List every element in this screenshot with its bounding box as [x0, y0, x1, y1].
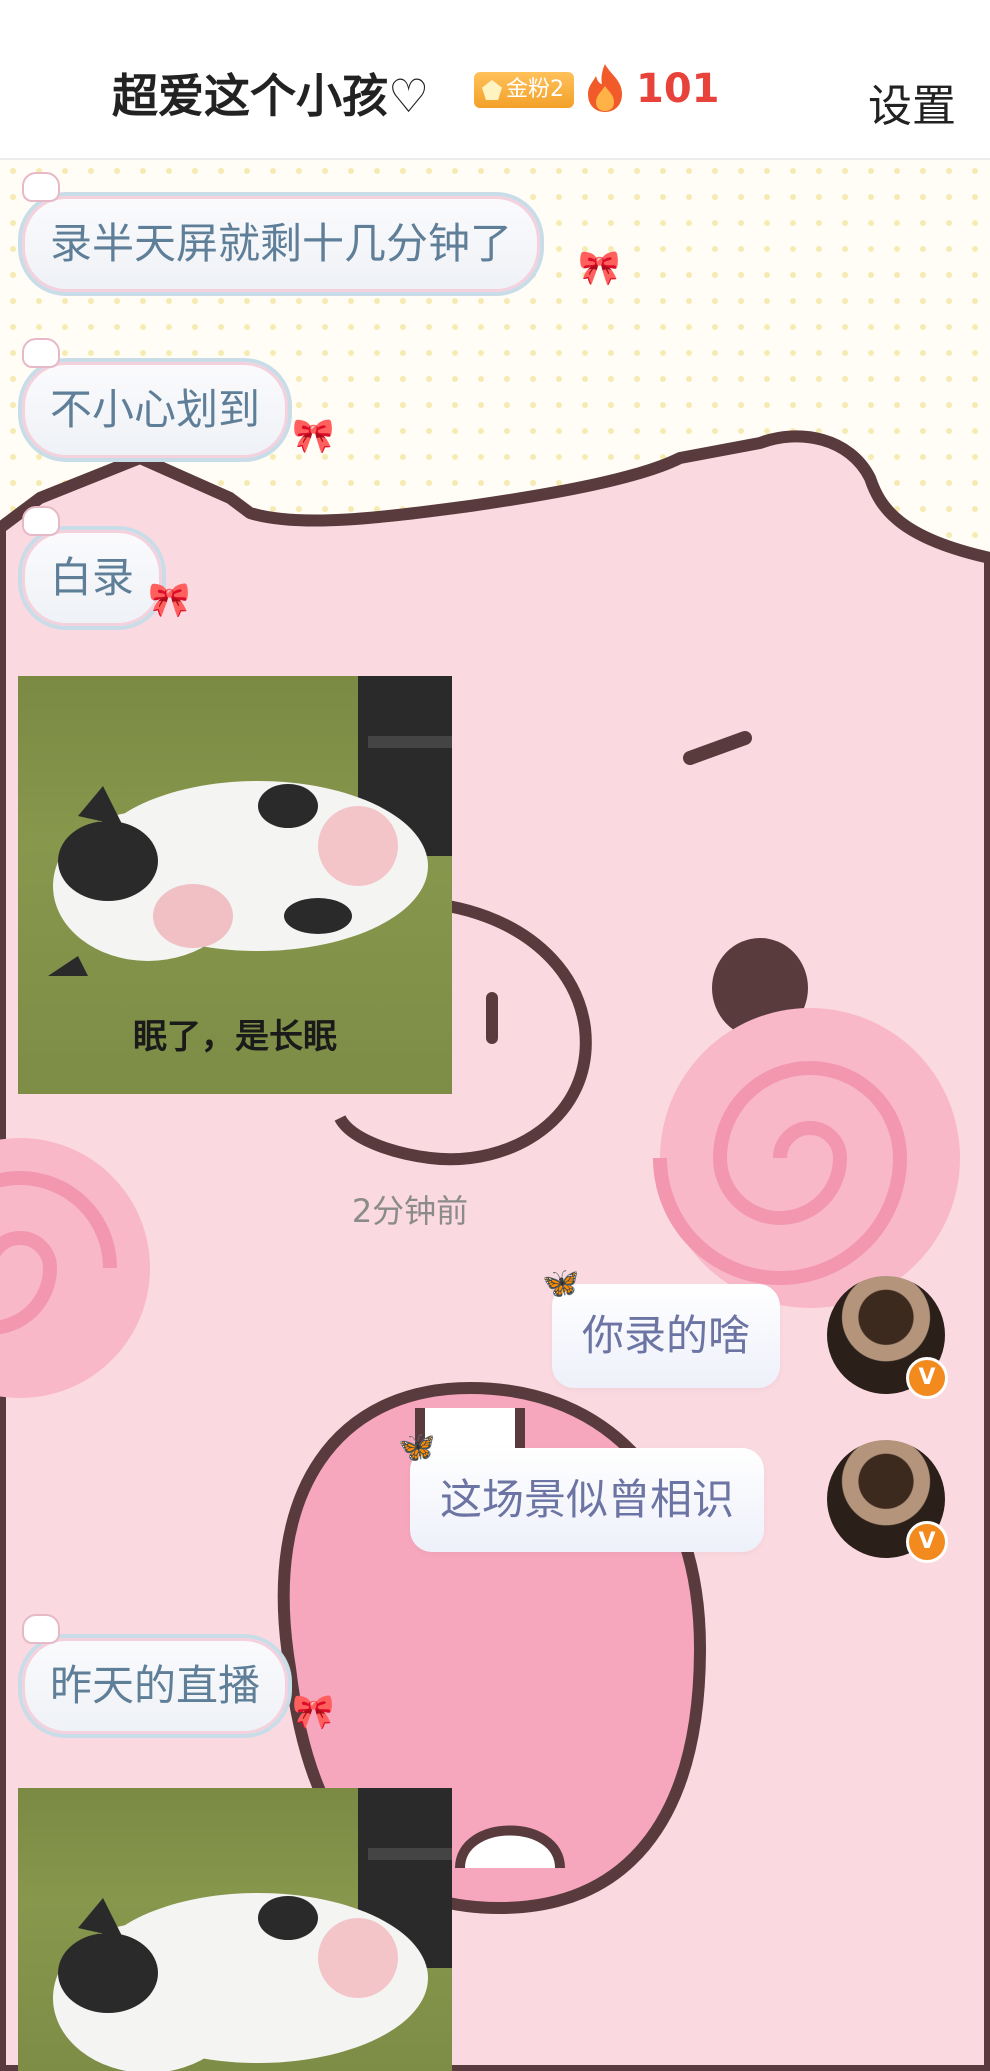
settings-button[interactable]: 设置 [868, 70, 956, 134]
message-bubble-received[interactable]: 昨天的直播 [18, 1634, 293, 1738]
bunny-decoration-icon [22, 1614, 60, 1644]
message-bubble-received[interactable]: 白录 [18, 526, 167, 630]
chat-title: 超爱这个小孩♡ [112, 69, 430, 123]
sticker-image[interactable] [18, 1788, 452, 2071]
fire-count: 101 [636, 66, 720, 112]
fire-icon [588, 64, 622, 112]
sticker-caption: 眠了，是长眠 [133, 1017, 337, 1057]
bunny-decoration-icon [22, 172, 60, 202]
bow-icon: 🎀 [292, 1692, 335, 1732]
fan-level-label: 金粉2 [506, 77, 564, 102]
message-bubble-received[interactable]: 不小心划到 [18, 358, 293, 462]
butterfly-icon: 🦋 [398, 1430, 436, 1465]
bow-icon: 🎀 [148, 580, 191, 620]
butterfly-icon: 🦋 [542, 1266, 580, 1301]
chat-header: 超爱这个小孩♡ 金粉2 101 设置 [0, 0, 990, 160]
fan-level-badge: 金粉2 [474, 72, 574, 108]
message-timestamp: 2分钟前 [351, 1192, 469, 1230]
message-bubble-sent[interactable]: 这场景似曾相识 [410, 1448, 765, 1552]
bow-icon: 🎀 [292, 416, 335, 456]
gem-icon [482, 80, 502, 100]
bunny-decoration-icon [22, 506, 60, 536]
message-bubble-sent[interactable]: 你录的啥 [552, 1284, 781, 1388]
sleeping-cow-illustration [53, 1788, 452, 2071]
verified-badge-icon: V [906, 1357, 948, 1399]
verified-badge-icon: V [906, 1521, 948, 1563]
bunny-decoration-icon [22, 338, 60, 368]
message-bubble-received[interactable]: 录半天屏就剩十几分钟了 [18, 192, 545, 296]
sticker-image[interactable]: 眠了，是长眠 [18, 676, 452, 1094]
bow-icon: 🎀 [578, 248, 621, 288]
